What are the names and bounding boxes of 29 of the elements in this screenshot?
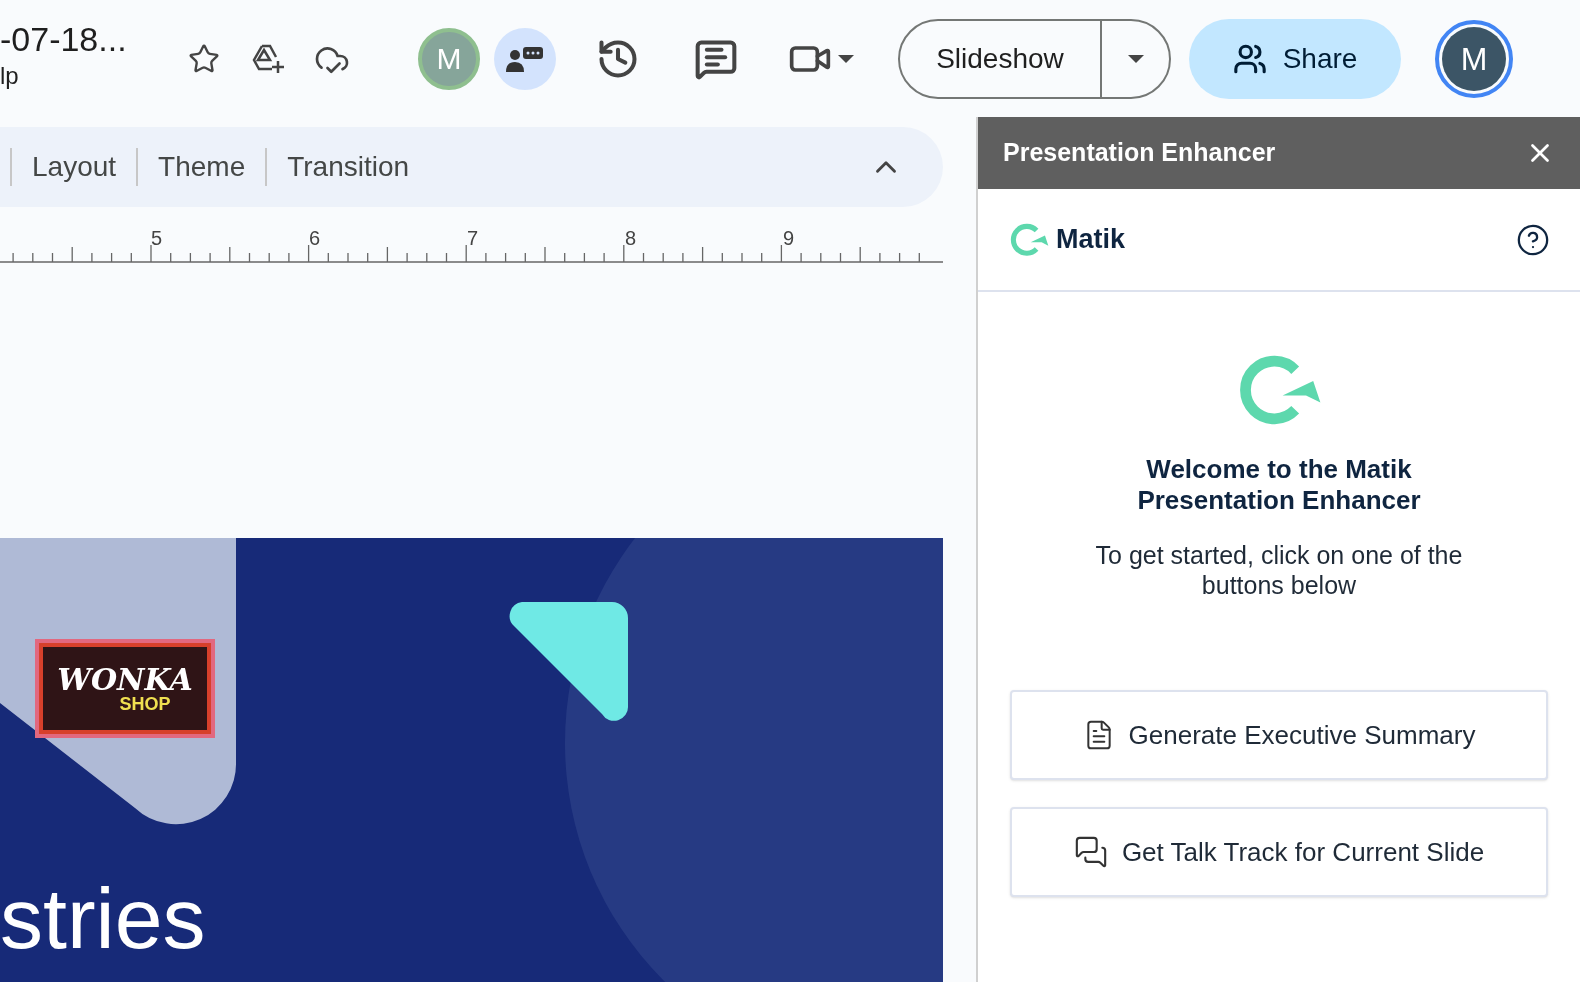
action-button[interactable]: Generate Executive Summary bbox=[1010, 690, 1548, 780]
caret-icon bbox=[838, 54, 854, 63]
ruler-label: 7 bbox=[467, 227, 479, 249]
toolbar-button[interactable]: Theme bbox=[138, 146, 266, 188]
welcome-title: Welcome to the Matik Presentation Enhancer bbox=[1136, 454, 1422, 516]
caret-icon bbox=[1127, 54, 1144, 63]
speech-bubbles-icon bbox=[1073, 835, 1108, 869]
toolbar-button[interactable]: Transition bbox=[267, 146, 430, 188]
document-title[interactable]: -07-18... bbox=[0, 18, 180, 60]
welcome-text: To get started, click on one of the buttons below bbox=[1094, 540, 1464, 600]
share-button[interactable]: Share bbox=[1189, 18, 1401, 99]
star-icon[interactable] bbox=[188, 42, 220, 75]
account-avatar[interactable]: M bbox=[1435, 19, 1513, 98]
ruler-label: 6 bbox=[309, 227, 321, 249]
person-chat-icon bbox=[506, 44, 544, 73]
toolbar-button[interactable]: Layout bbox=[12, 146, 137, 188]
ruler-label: 9 bbox=[783, 227, 795, 249]
action-button[interactable]: Get Talk Track for Current Slide bbox=[1010, 807, 1548, 897]
ruler-label: 8 bbox=[625, 227, 637, 249]
drive-add-icon[interactable] bbox=[250, 42, 286, 75]
brand-name: Matik bbox=[1056, 223, 1127, 257]
menu-item[interactable]: lp bbox=[0, 60, 180, 92]
ruler-label: 5 bbox=[151, 227, 163, 249]
matik-logo-icon bbox=[1008, 222, 1050, 257]
slide-title: stries bbox=[0, 869, 206, 968]
panel-title: Presentation Enhancer bbox=[1003, 137, 1277, 169]
logo-text: SHOP bbox=[119, 694, 171, 713]
logo-text: WONKA bbox=[57, 664, 193, 695]
help-icon[interactable] bbox=[1516, 222, 1550, 257]
